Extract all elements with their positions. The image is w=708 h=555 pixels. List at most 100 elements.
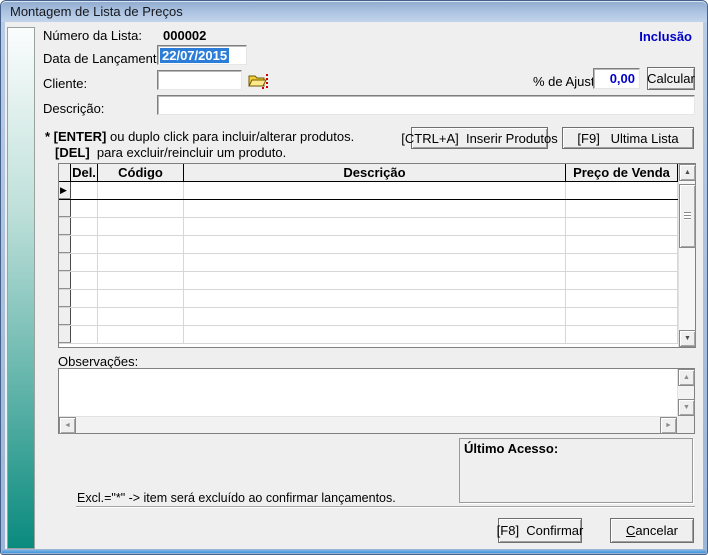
obs-scroll-up-button[interactable]: ▲ (678, 369, 695, 386)
row-indicator-cell (59, 272, 71, 289)
row-indicator-cell (59, 236, 71, 253)
grid-cell[interactable] (71, 254, 98, 271)
obs-scroll-right-button[interactable]: ► (660, 417, 677, 434)
grid-cell[interactable] (71, 236, 98, 253)
thumb-grip-icon (684, 212, 691, 220)
grid-cell[interactable] (184, 182, 566, 199)
row-indicator-cell (59, 200, 71, 217)
cliente-lookup-button[interactable] (246, 70, 270, 91)
table-row[interactable]: ▶ (59, 182, 678, 200)
ajuste-field[interactable]: 0,00 (593, 68, 640, 89)
data-lancamento-label: Data de Lançamento: (43, 51, 167, 66)
grid-scroll-up-button[interactable]: ▲ (679, 164, 696, 181)
ultima-lista-button[interactable]: [F9] Ultima Lista (562, 127, 694, 149)
cliente-field[interactable] (157, 70, 242, 90)
grid-cell[interactable] (184, 254, 566, 271)
grid-cell[interactable] (71, 218, 98, 235)
data-lancamento-value: 22/07/2015 (160, 48, 229, 63)
grid-cell[interactable] (98, 236, 184, 253)
table-row[interactable] (59, 218, 678, 236)
grid-vertical-scrollbar[interactable]: ▲ ▼ (678, 164, 695, 347)
grid-cell[interactable] (566, 254, 678, 271)
grid-cell[interactable] (566, 272, 678, 289)
window-title: Montagem de Lista de Preços (10, 4, 183, 19)
table-row[interactable] (59, 236, 678, 254)
grid-cell[interactable] (98, 308, 184, 325)
descricao-field[interactable] (157, 95, 695, 115)
excl-note: Excl.="*" -> item será excluído ao confi… (77, 491, 396, 505)
grid-cell[interactable] (184, 218, 566, 235)
grid-cell[interactable] (184, 272, 566, 289)
grid-cell[interactable] (566, 326, 678, 343)
instruction-text-2: para excluir/reincluir um produto. (90, 145, 287, 160)
grid-header-codigo[interactable]: Código (98, 164, 184, 181)
grid-scroll-down-button[interactable]: ▼ (679, 330, 696, 347)
grid-header-indicator (59, 164, 71, 181)
row-indicator-cell (59, 254, 71, 271)
grid-cell[interactable] (566, 308, 678, 325)
row-indicator-cell (59, 290, 71, 307)
obs-scroll-left-button[interactable]: ◄ (59, 417, 76, 434)
grid-cell[interactable] (71, 200, 98, 217)
folder-search-icon (247, 72, 269, 90)
confirmar-button[interactable]: [F8] Confirmar (498, 518, 582, 543)
table-row[interactable] (59, 272, 678, 290)
grid-cell[interactable] (71, 272, 98, 289)
observacoes-horizontal-scrollbar[interactable]: ◄ ► (59, 416, 677, 433)
observacoes-vertical-scrollbar[interactable]: ▲ ▼ (677, 369, 694, 416)
grid-header-preco[interactable]: Preço de Venda (566, 164, 678, 181)
instruction-line-1: * [ENTER] ou duplo click para incluir/al… (45, 129, 354, 144)
grid-cell[interactable] (184, 200, 566, 217)
grid-cell[interactable] (98, 200, 184, 217)
data-lancamento-field[interactable]: 22/07/2015 (157, 45, 247, 65)
arrow-down-icon: ▼ (683, 404, 690, 411)
titlebar[interactable]: Montagem de Lista de Preços (1, 1, 707, 22)
grid-cell[interactable] (71, 290, 98, 307)
cliente-label: Cliente: (43, 76, 87, 91)
instruction-key-del: [DEL] (55, 145, 90, 160)
grid-cell[interactable] (98, 290, 184, 307)
grid-header-del[interactable]: Del. (71, 164, 98, 181)
grid-cell[interactable] (184, 236, 566, 253)
row-indicator-cell (59, 218, 71, 235)
observacoes-textarea[interactable]: ▲ ▼ ◄ ► (58, 368, 695, 434)
left-gradient-strip (7, 27, 35, 549)
arrow-up-icon: ▲ (684, 169, 691, 176)
current-row-indicator-icon: ▶ (59, 182, 70, 199)
instruction-key-enter: * [ENTER] (45, 129, 106, 144)
grid-cell[interactable] (98, 218, 184, 235)
grid-cell[interactable] (184, 326, 566, 343)
grid-cell[interactable] (98, 182, 184, 199)
grid-cell[interactable] (566, 218, 678, 235)
cancelar-button[interactable]: Cancelar (610, 518, 694, 543)
inserir-produtos-button[interactable]: [CTRL+A] Inserir Produtos (411, 127, 548, 149)
grid-cell[interactable] (98, 272, 184, 289)
obs-scroll-down-button[interactable]: ▼ (678, 399, 695, 416)
ajuste-value: 0,00 (610, 71, 635, 86)
table-row[interactable] (59, 308, 678, 326)
grid-cell[interactable] (184, 308, 566, 325)
grid-cell[interactable] (566, 290, 678, 307)
grid-cell[interactable] (184, 290, 566, 307)
grid-cell[interactable] (98, 254, 184, 271)
row-indicator-cell (59, 326, 71, 343)
grid-header-descricao[interactable]: Descrição (184, 164, 566, 181)
table-row[interactable] (59, 200, 678, 218)
calcular-button[interactable]: Calcular (647, 67, 695, 90)
grid-cell[interactable] (71, 326, 98, 343)
table-row[interactable] (59, 254, 678, 272)
cancelar-rest: ancelar (635, 523, 678, 538)
ultimo-acesso-label: Último Acesso: (460, 439, 692, 456)
table-row[interactable] (59, 290, 678, 308)
grid-cell[interactable] (566, 200, 678, 217)
grid-cell[interactable] (71, 308, 98, 325)
products-grid[interactable]: Del. Código Descrição Preço de Venda ▶ ▲… (58, 163, 696, 348)
grid-cell[interactable] (71, 182, 98, 199)
table-row[interactable] (59, 326, 678, 344)
grid-cell[interactable] (98, 326, 184, 343)
dialog-montagem-lista-precos: Montagem de Lista de Preços Número da Li… (0, 0, 708, 555)
arrow-right-icon: ► (665, 422, 672, 429)
grid-cell[interactable] (566, 236, 678, 253)
grid-scrollbar-thumb[interactable] (679, 184, 696, 248)
grid-cell[interactable] (566, 182, 678, 199)
